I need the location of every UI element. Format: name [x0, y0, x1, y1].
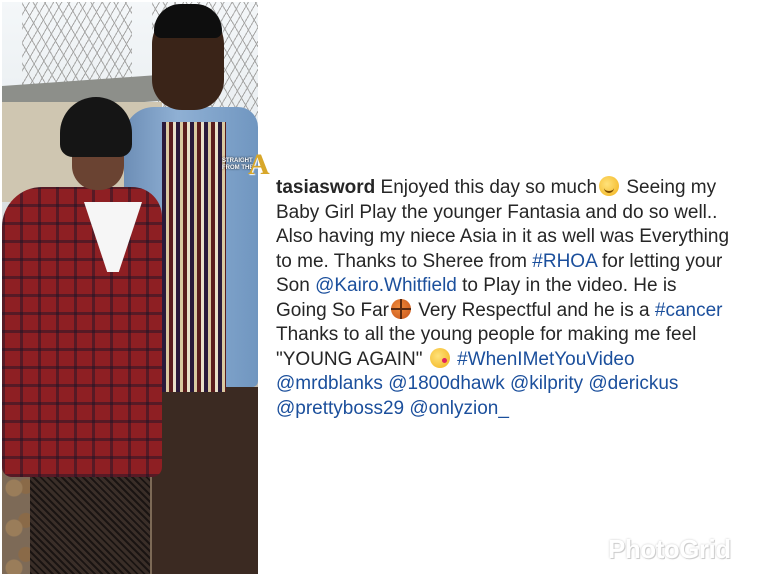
caption-text: Enjoyed this day so much: [380, 177, 598, 198]
mention-link[interactable]: @Kairo.Whitfield: [315, 275, 457, 296]
mention-link[interactable]: @onlyzion_: [409, 398, 509, 419]
man-hair: [154, 4, 222, 38]
watermark-logo: A: [248, 148, 270, 181]
instagram-caption: tasiasword Enjoyed this day so much Seei…: [276, 176, 756, 421]
mention-link[interactable]: @prettyboss29: [276, 398, 404, 419]
hashtag-link[interactable]: #cancer: [655, 300, 723, 321]
caption-line: @mrdblanks @1800dhawk @kilprity @dericku…: [276, 372, 756, 397]
caption-text: "YOUNG AGAIN": [276, 348, 423, 370]
caption-line: "YOUNG AGAIN" #WhenIMetYouVideo: [276, 347, 756, 373]
caption-text: to Play in the video. He is: [462, 275, 677, 296]
hugging-face-icon: [599, 176, 620, 196]
caption-text: to me. Thanks to Sheree from: [276, 250, 527, 272]
mention-link[interactable]: @1800dhawk: [388, 373, 504, 394]
caption-line: Son @Kairo.Whitfield to Play in the vide…: [276, 274, 756, 299]
caption-line: @prettyboss29 @onlyzion_: [276, 397, 756, 422]
man-pants: [152, 387, 258, 574]
kiss-face-icon: [429, 347, 450, 368]
caption-text: Going So Far: [276, 299, 389, 321]
caption-text: for letting your: [601, 250, 723, 272]
woman-legs: [30, 472, 150, 574]
mention-link[interactable]: @derickus: [588, 373, 678, 394]
caption-text: Son: [276, 275, 310, 296]
username-link[interactable]: tasiasword: [276, 177, 375, 198]
caption-text: Seeing my: [626, 177, 717, 198]
caption-line: tasiasword Enjoyed this day so much Seei…: [276, 176, 756, 201]
caption-line: Thanks to all the young people for makin…: [276, 324, 697, 345]
mention-link[interactable]: @mrdblanks: [276, 373, 383, 394]
hashtag-link[interactable]: #WhenIMetYouVideo: [457, 349, 634, 370]
mention-link[interactable]: @kilprity: [510, 373, 583, 394]
man-striped-shirt: [162, 122, 226, 392]
caption-line: Going So Far Very Respectful and he is a…: [276, 298, 756, 324]
woman-plaid-dress: [2, 187, 162, 477]
photo: [2, 2, 258, 574]
caption-line: Also having my niece Asia in it as well …: [276, 226, 730, 247]
basketball-icon: [391, 298, 411, 319]
caption-text: Very Respectful and he is a: [418, 299, 650, 321]
photogrid-watermark: PhotoGrid: [608, 534, 731, 564]
hashtag-link[interactable]: #RHOA: [532, 251, 596, 272]
caption-line: Baby Girl Play the younger Fantasia and …: [276, 201, 718, 223]
caption-line: to me. Thanks to Sheree from #RHOA for l…: [276, 250, 756, 275]
